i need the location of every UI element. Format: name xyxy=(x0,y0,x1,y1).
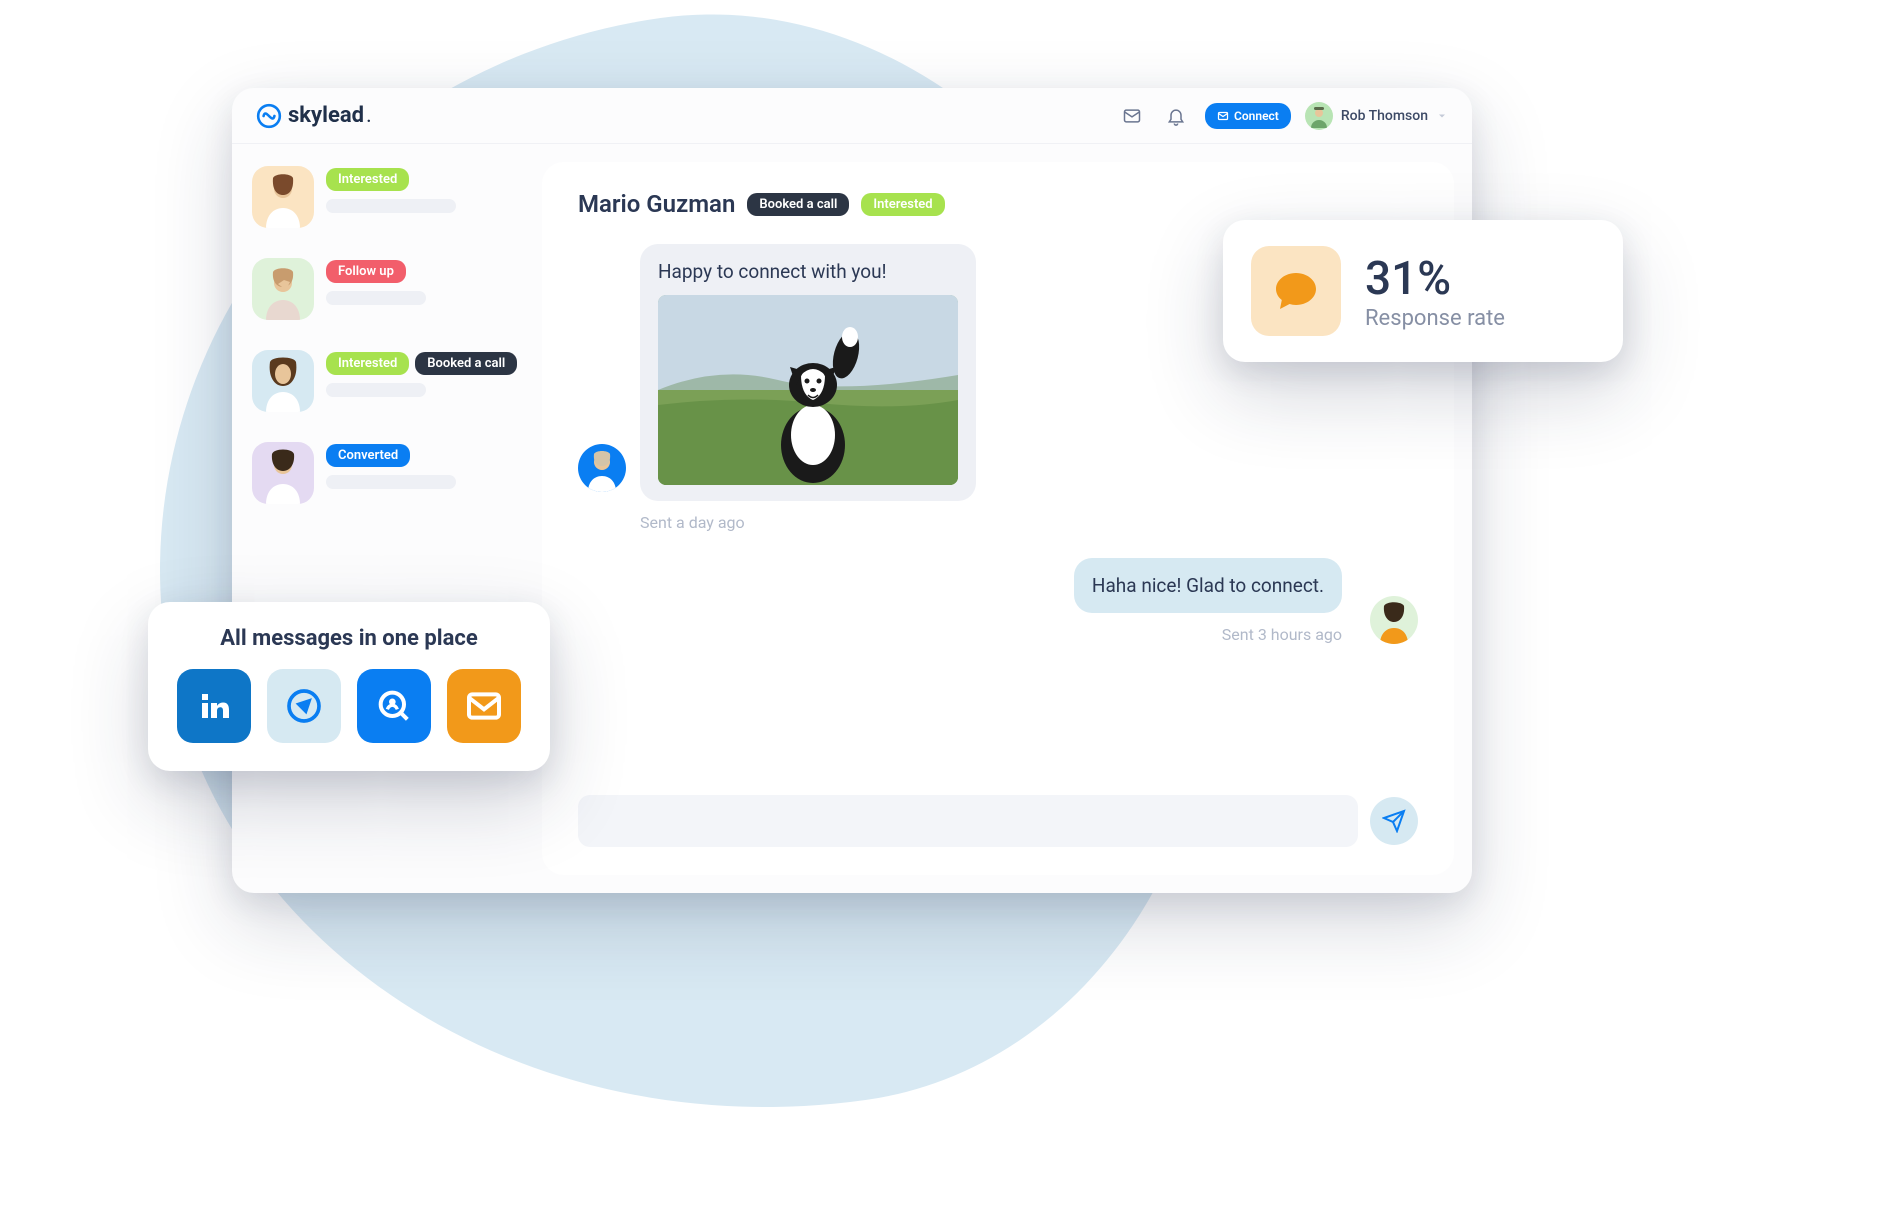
contact-body: Interested Booked a call xyxy=(326,350,522,412)
chat-contact-name: Mario Guzman xyxy=(578,190,735,218)
header-right: Connect Rob Thomson xyxy=(1117,101,1448,131)
message-input[interactable] xyxy=(578,795,1358,847)
user-menu[interactable]: Rob Thomson xyxy=(1305,102,1448,130)
send-icon xyxy=(1382,809,1406,833)
contact-avatar xyxy=(252,166,314,228)
message-text: Haha nice! Glad to connect. xyxy=(1092,574,1324,597)
logo[interactable]: skylead . xyxy=(256,103,372,129)
message-image xyxy=(658,295,958,485)
contact-avatar xyxy=(252,442,314,504)
message-composer xyxy=(578,795,1418,847)
brand-dot: . xyxy=(366,103,372,128)
compass-icon[interactable] xyxy=(267,669,341,743)
contact-item[interactable]: Converted xyxy=(252,442,522,504)
message-outgoing: Haha nice! Glad to connect. Sent 3 hours… xyxy=(578,558,1418,644)
tag-followup: Follow up xyxy=(326,260,406,283)
connect-label: Connect xyxy=(1234,109,1279,123)
stat-value: 31% xyxy=(1365,252,1505,306)
stat-label: Response rate xyxy=(1365,306,1505,331)
contact-avatar xyxy=(252,350,314,412)
app-window: skylead . Connect xyxy=(232,88,1472,893)
send-button[interactable] xyxy=(1370,797,1418,845)
all-messages-card: All messages in one place xyxy=(148,602,550,771)
logo-icon xyxy=(256,103,282,129)
chat-header: Mario Guzman Booked a call Interested xyxy=(578,190,1418,218)
search-person-icon[interactable] xyxy=(357,669,431,743)
contact-body: Follow up xyxy=(326,258,522,320)
contact-body: Converted xyxy=(326,442,522,504)
user-name: Rob Thomson xyxy=(1341,108,1428,124)
message-bubble: Haha nice! Glad to connect. xyxy=(1074,558,1342,613)
chevron-down-icon xyxy=(1436,110,1448,122)
message-time: Sent 3 hours ago xyxy=(1222,625,1342,644)
contact-item[interactable]: Follow up xyxy=(252,258,522,320)
contacts-sidebar: Interested Follow up xyxy=(232,144,542,893)
tag-interested: Interested xyxy=(326,352,409,375)
tag-converted: Converted xyxy=(326,444,410,467)
card-title: All messages in one place xyxy=(174,626,524,651)
message-time: Sent a day ago xyxy=(640,513,976,532)
connect-button[interactable]: Connect xyxy=(1205,103,1291,129)
tag-booked: Booked a call xyxy=(415,352,517,375)
response-rate-card: 31% Response rate xyxy=(1223,220,1623,362)
bell-icon[interactable] xyxy=(1161,101,1191,131)
tag-interested: Interested xyxy=(861,193,944,216)
message-bubble: Happy to connect with you! xyxy=(640,244,976,501)
mail-icon[interactable] xyxy=(1117,101,1147,131)
contact-item[interactable]: Interested xyxy=(252,166,522,228)
linkedin-icon[interactable] xyxy=(177,669,251,743)
brand-name: skylead xyxy=(288,103,364,128)
contact-preview xyxy=(326,475,456,489)
tag-interested: Interested xyxy=(326,168,409,191)
channel-icons xyxy=(174,669,524,743)
sender-avatar xyxy=(1370,596,1418,644)
contact-preview xyxy=(326,291,426,305)
contact-preview xyxy=(326,199,456,213)
contact-preview xyxy=(326,383,426,397)
chat-bubble-icon xyxy=(1251,246,1341,336)
mail-icon[interactable] xyxy=(447,669,521,743)
contact-item[interactable]: Interested Booked a call xyxy=(252,350,522,412)
header: skylead . Connect xyxy=(232,88,1472,144)
user-avatar xyxy=(1305,102,1333,130)
connect-icon xyxy=(1217,110,1229,122)
message-text: Happy to connect with you! xyxy=(658,260,958,283)
contact-avatar xyxy=(252,258,314,320)
tag-booked: Booked a call xyxy=(747,193,849,216)
sender-avatar xyxy=(578,444,626,492)
contact-body: Interested xyxy=(326,166,522,228)
